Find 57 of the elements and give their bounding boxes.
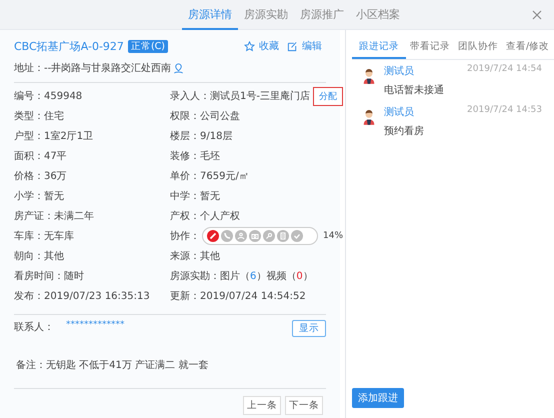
- info-text: 朝向：其他: [14, 250, 64, 263]
- info-text: 单价：7659元/㎡: [170, 170, 249, 183]
- avatar-icon: [362, 109, 376, 125]
- pager-button[interactable]: 下一条: [285, 396, 323, 415]
- info-text: 更新：2019/07/24 14:54:52: [170, 290, 306, 303]
- info-text: 装修：毛坯: [170, 150, 220, 163]
- favorite-link[interactable]: 收藏: [259, 39, 279, 53]
- author-name: 测试员: [384, 106, 414, 119]
- info-text: 户型：1室2厅1卫: [14, 130, 94, 143]
- info-text: 来源：其他: [170, 250, 220, 263]
- tab[interactable]: 小区档案: [350, 0, 406, 30]
- info-text: 录入人：测试员1号-三里庵门店: [170, 90, 310, 103]
- info-label: 房源实勘：: [170, 270, 220, 283]
- assign-button[interactable]: 分配: [313, 86, 344, 106]
- info-text: 产权：个人产权: [170, 210, 240, 223]
- videos-link[interactable]: 视频（0）: [266, 269, 313, 283]
- info-label: 协作：: [170, 230, 200, 243]
- avatar-icon: [362, 68, 376, 84]
- info-text: 发布：2019/07/23 16:35:13: [14, 290, 150, 303]
- info-text: 面积：47平: [14, 150, 67, 163]
- info-text: 价格：36万: [14, 170, 67, 183]
- edit-icon[interactable]: [287, 40, 298, 52]
- contact-label: 联系人：: [14, 320, 54, 334]
- info-text: 权限：公司公盘: [170, 110, 240, 123]
- star-icon[interactable]: [244, 40, 255, 52]
- record-time: 2019/7/24 14:54: [467, 64, 542, 76]
- add-follow-up-button[interactable]: 添加跟进: [352, 388, 404, 408]
- author-name: 测试员: [384, 64, 414, 78]
- info-text: 房产证：未满二年: [14, 210, 94, 223]
- progress-percent: 14%: [323, 231, 344, 241]
- record-text: 电话暂未接通: [384, 84, 445, 97]
- info-text: 车库：无车库: [14, 230, 74, 243]
- tab[interactable]: 带看记录: [406, 36, 454, 59]
- tab[interactable]: 团队协作: [454, 36, 502, 59]
- tab[interactable]: 房源推广: [294, 0, 350, 30]
- edit-link[interactable]: 编辑: [302, 39, 322, 53]
- photos-link[interactable]: 图片（6）: [220, 269, 266, 283]
- close-icon[interactable]: [532, 10, 542, 20]
- pager-button[interactable]: 上一条: [243, 396, 281, 415]
- record-text: 预约看房: [384, 124, 425, 138]
- location-pin-icon[interactable]: [173, 62, 184, 74]
- info-text: 编号：459948: [14, 90, 82, 103]
- remark-text: 备注：无钥匙 不低于41万 产证满二 就一套: [16, 358, 210, 372]
- info-text: 看房时间：随时: [14, 270, 84, 283]
- info-text: 楼层：9/18层: [170, 130, 232, 143]
- show-button[interactable]: 显示: [292, 320, 326, 337]
- info-text: 小学：暂无: [14, 190, 64, 203]
- contact-masked: *************: [66, 320, 124, 330]
- info-text: 中学：暂无: [170, 190, 220, 203]
- record-time: 2019/7/24 14:53: [467, 105, 542, 117]
- status-badge: 正常(C): [128, 40, 168, 52]
- info-text: 类型：住宅: [14, 110, 64, 123]
- tab[interactable]: 房源实勘: [238, 0, 294, 30]
- house-title: CBC拓基广场A-0-927: [14, 38, 124, 54]
- tab[interactable]: 跟进记录: [352, 36, 406, 59]
- tab[interactable]: 查看/修改: [502, 36, 554, 59]
- address-text: 地址：--井岗路与甘泉路交汇处西南: [14, 62, 172, 75]
